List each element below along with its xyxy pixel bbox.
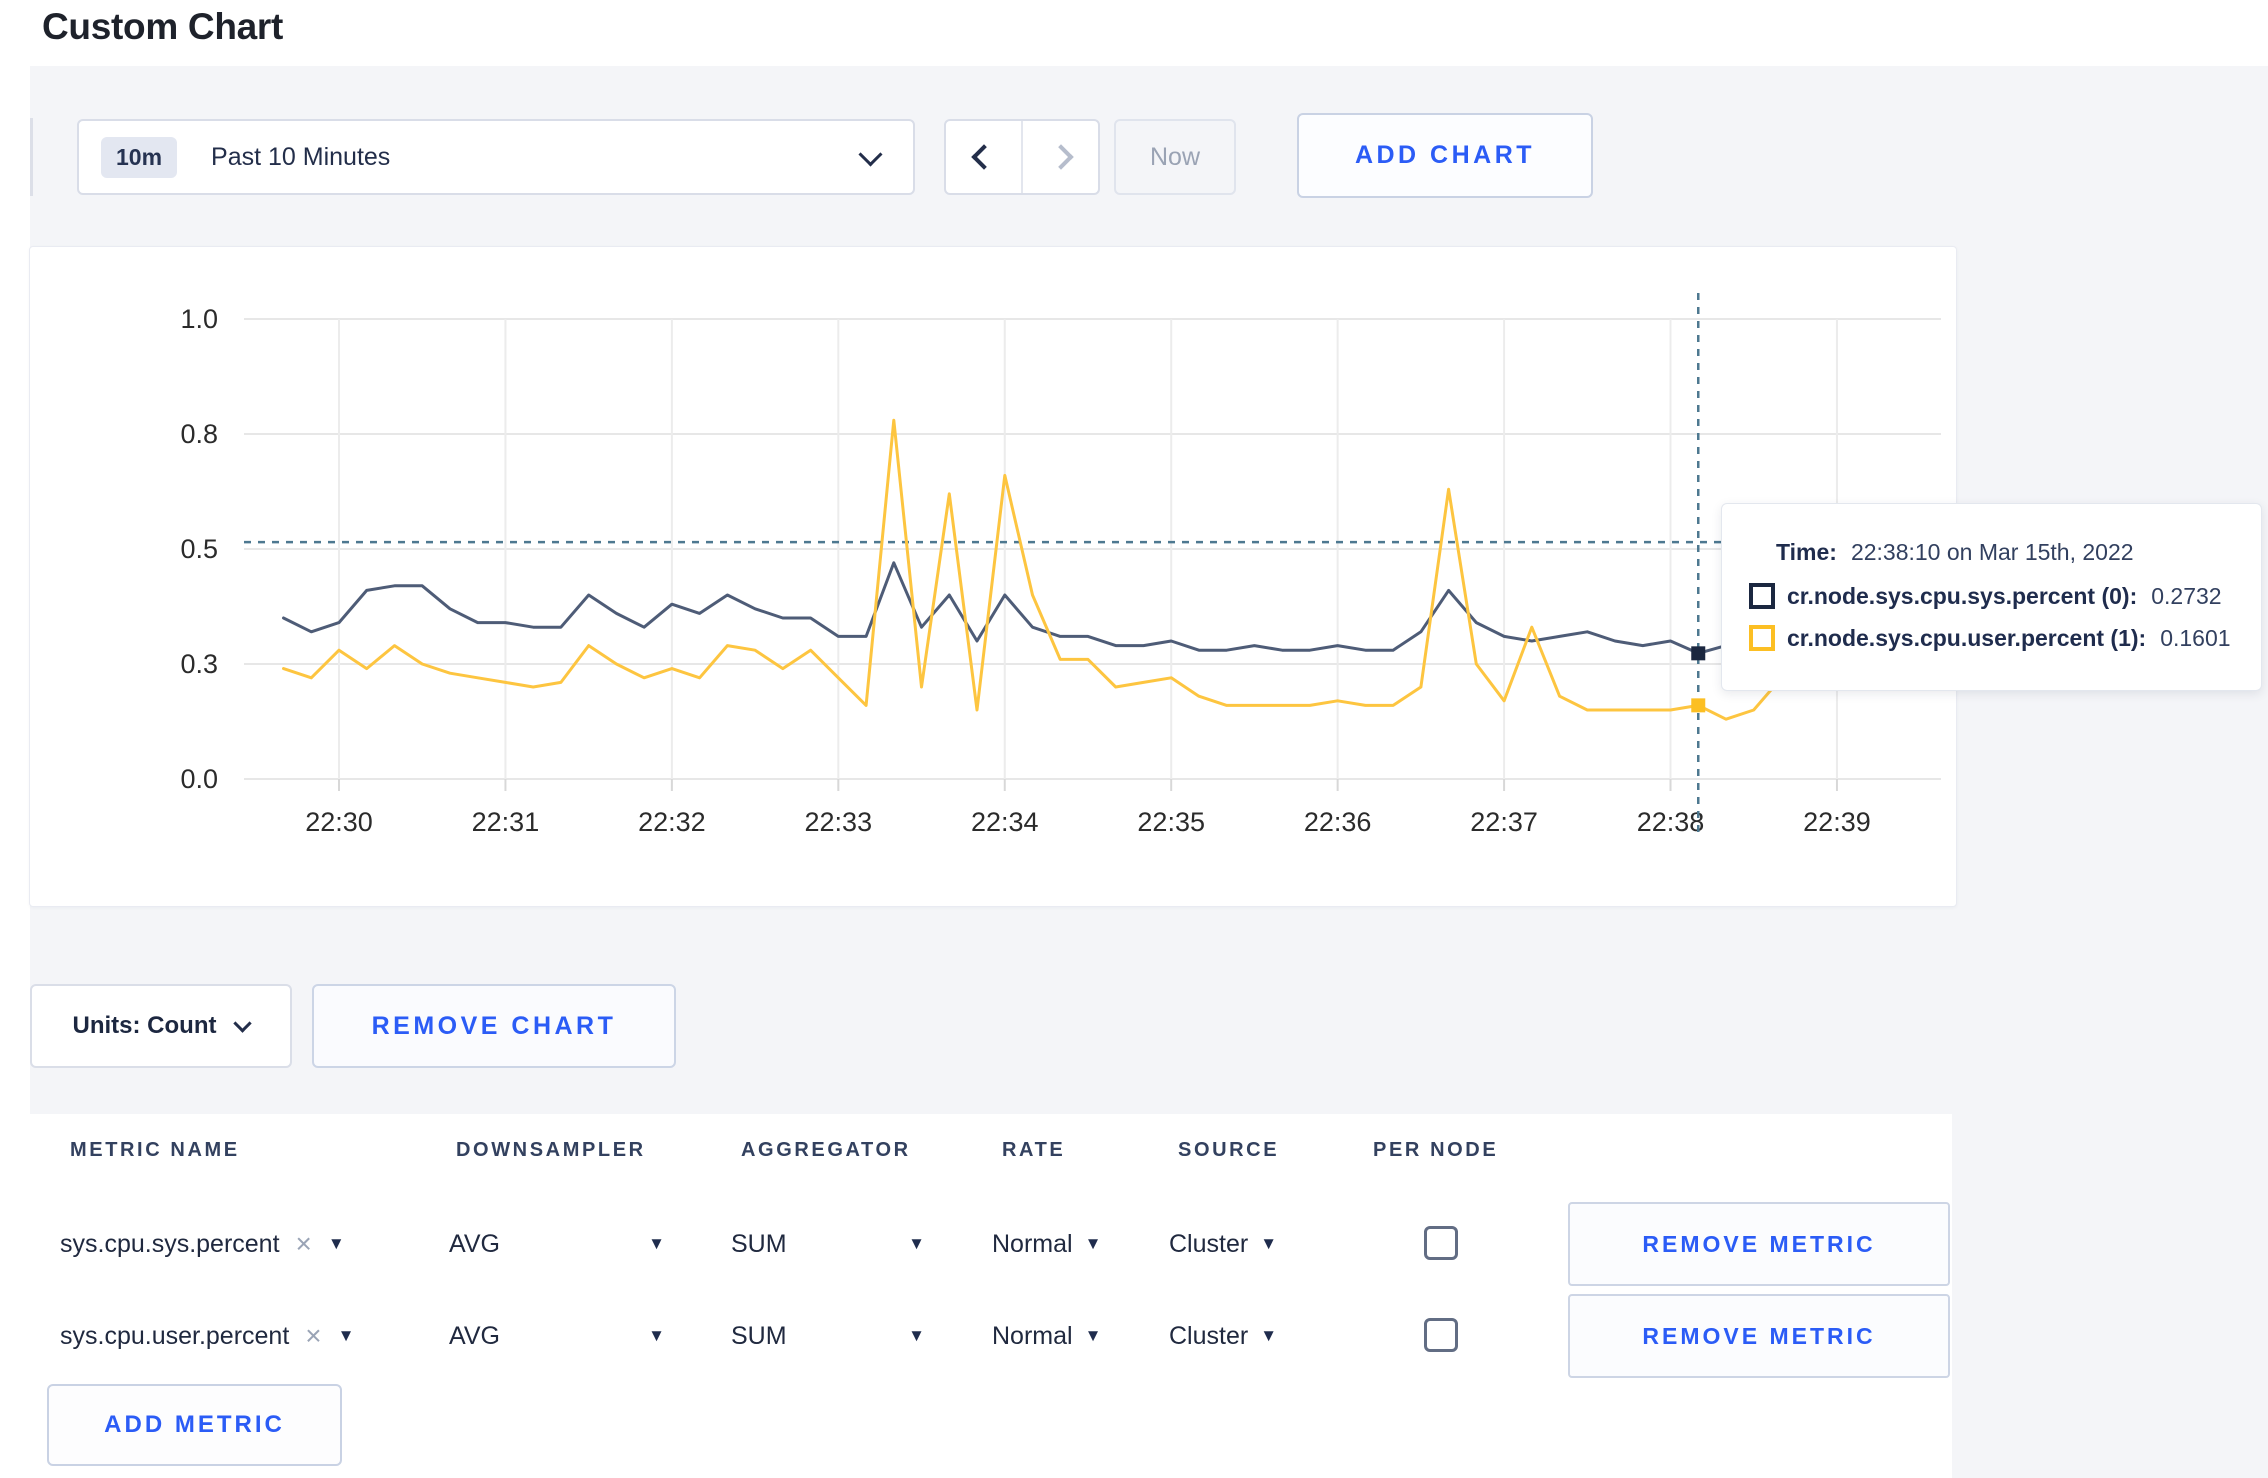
caret-down-icon: ▼: [327, 1234, 345, 1253]
tooltip-time-row: Time: 22:38:10 on Mar 15th, 2022: [1749, 529, 2261, 575]
per-node-checkbox[interactable]: [1424, 1318, 1458, 1352]
chevron-right-icon: [1047, 144, 1074, 170]
time-range-label: Past 10 Minutes: [211, 142, 391, 171]
units-dropdown[interactable]: Units: Count: [30, 984, 292, 1068]
svg-text:22:37: 22:37: [1470, 807, 1538, 837]
add-metric-button[interactable]: ADD METRIC: [47, 1384, 342, 1466]
chevron-down-icon: [858, 141, 883, 167]
svg-text:22:30: 22:30: [305, 807, 373, 837]
units-label: Units: Count: [72, 1012, 217, 1039]
svg-text:0.8: 0.8: [180, 419, 218, 449]
svg-text:22:39: 22:39: [1803, 807, 1871, 837]
add-chart-button[interactable]: ADD CHART: [1297, 113, 1593, 198]
source-value: Cluster: [1169, 1321, 1249, 1350]
remove-chart-button[interactable]: REMOVE CHART: [312, 984, 676, 1068]
svg-text:1.0: 1.0: [180, 304, 218, 334]
time-pager: [944, 119, 1100, 195]
chevron-left-icon: [970, 144, 997, 170]
column-header-per-node: PER NODE: [1373, 1139, 1499, 1161]
rate-select[interactable]: Normal ▼: [992, 1294, 1101, 1378]
caret-down-icon: ▼: [648, 1234, 665, 1253]
caret-down-icon: ▼: [908, 1326, 925, 1345]
caret-down-icon: ▼: [908, 1234, 925, 1253]
user-series-swatch-icon: [1749, 625, 1775, 651]
chart-panel: 0.0 0.3 0.5 0.8 1.0 22:30 22:31 22:32 22:33 22:34…: [29, 246, 1957, 907]
source-select[interactable]: Cluster ▼: [1169, 1202, 1277, 1286]
metric-name-select[interactable]: sys.cpu.user.percent × ▼: [60, 1294, 354, 1378]
chevron-down-icon: [233, 1013, 253, 1033]
toolbar-divider: [30, 118, 33, 196]
svg-text:22:33: 22:33: [805, 807, 873, 837]
aggregator-value: SUM: [731, 1229, 787, 1258]
now-button[interactable]: Now: [1114, 119, 1236, 195]
tooltip-series-label: cr.node.sys.cpu.user.percent (1):: [1787, 624, 2147, 651]
svg-text:22:36: 22:36: [1304, 807, 1372, 837]
metric-name-select[interactable]: sys.cpu.sys.percent × ▼: [60, 1202, 345, 1286]
column-header-metric-name: METRIC NAME: [70, 1139, 240, 1161]
clear-metric-icon[interactable]: ×: [305, 1322, 321, 1350]
column-header-source: SOURCE: [1178, 1139, 1280, 1161]
svg-text:22:38: 22:38: [1637, 807, 1705, 837]
time-range-badge: 10m: [101, 136, 178, 178]
rate-select[interactable]: Normal ▼: [992, 1202, 1101, 1286]
source-value: Cluster: [1169, 1229, 1249, 1258]
downsampler-select[interactable]: AVG ▼: [449, 1294, 665, 1378]
column-header-downsampler: DOWNSAMPLER: [456, 1139, 646, 1161]
downsampler-value: AVG: [449, 1229, 500, 1258]
remove-metric-button[interactable]: REMOVE METRIC: [1568, 1202, 1950, 1286]
next-range-button[interactable]: [1023, 121, 1098, 193]
tooltip-time-label: Time:: [1776, 538, 1837, 565]
per-node-checkbox[interactable]: [1424, 1226, 1458, 1260]
caret-down-icon: ▼: [337, 1326, 355, 1345]
aggregator-value: SUM: [731, 1321, 787, 1350]
svg-text:22:31: 22:31: [472, 807, 540, 837]
metric-row: sys.cpu.user.percent × ▼ AVG ▼ SUM ▼ Nor…: [29, 1294, 1952, 1378]
aggregator-select[interactable]: SUM ▼: [731, 1202, 925, 1286]
column-header-aggregator: AGGREGATOR: [741, 1139, 911, 1161]
prev-range-button[interactable]: [946, 121, 1021, 193]
tooltip-series-row: cr.node.sys.cpu.user.percent (1): 0.1601: [1749, 617, 2261, 659]
svg-text:22:32: 22:32: [638, 807, 706, 837]
line-chart[interactable]: 0.0 0.3 0.5 0.8 1.0 22:30 22:31 22:32 22:33 22:34…: [30, 247, 1956, 906]
metric-row: sys.cpu.sys.percent × ▼ AVG ▼ SUM ▼ Norm…: [29, 1202, 1952, 1286]
metric-name-value: sys.cpu.sys.percent: [60, 1229, 280, 1258]
svg-text:22:35: 22:35: [1137, 807, 1205, 837]
sys-series-swatch-icon: [1749, 583, 1775, 609]
rate-value: Normal: [992, 1321, 1073, 1350]
tooltip-series-label: cr.node.sys.cpu.sys.percent (0):: [1787, 582, 2138, 609]
svg-text:22:34: 22:34: [971, 807, 1039, 837]
tooltip-series-value: 0.2732: [2151, 582, 2222, 609]
page-title: Custom Chart: [42, 6, 284, 47]
metrics-table-header: METRIC NAME DOWNSAMPLER AGGREGATOR RATE …: [29, 1114, 1952, 1186]
caret-down-icon: ▼: [1260, 1234, 1278, 1253]
chart-tooltip: Time: 22:38:10 on Mar 15th, 2022 cr.node…: [1721, 503, 2262, 691]
source-select[interactable]: Cluster ▼: [1169, 1294, 1277, 1378]
tooltip-series-row: cr.node.sys.cpu.sys.percent (0): 0.2732: [1749, 575, 2261, 617]
metric-name-value: sys.cpu.user.percent: [60, 1321, 290, 1350]
svg-text:0.0: 0.0: [180, 764, 218, 794]
column-header-rate: RATE: [1002, 1139, 1066, 1161]
rate-value: Normal: [992, 1229, 1073, 1258]
svg-text:0.3: 0.3: [180, 649, 218, 679]
caret-down-icon: ▼: [1260, 1326, 1278, 1345]
caret-down-icon: ▼: [648, 1326, 665, 1345]
downsampler-value: AVG: [449, 1321, 500, 1350]
remove-metric-button[interactable]: REMOVE METRIC: [1568, 1294, 1950, 1378]
tooltip-time-value: 22:38:10 on Mar 15th, 2022: [1850, 538, 2134, 565]
tooltip-series-value: 0.1601: [2160, 624, 2231, 651]
caret-down-icon: ▼: [1084, 1326, 1102, 1345]
clear-metric-icon[interactable]: ×: [296, 1230, 312, 1258]
svg-text:0.5: 0.5: [180, 534, 218, 564]
downsampler-select[interactable]: AVG ▼: [449, 1202, 665, 1286]
caret-down-icon: ▼: [1084, 1234, 1102, 1253]
aggregator-select[interactable]: SUM ▼: [731, 1294, 925, 1378]
time-range-dropdown[interactable]: 10m Past 10 Minutes: [77, 119, 915, 195]
